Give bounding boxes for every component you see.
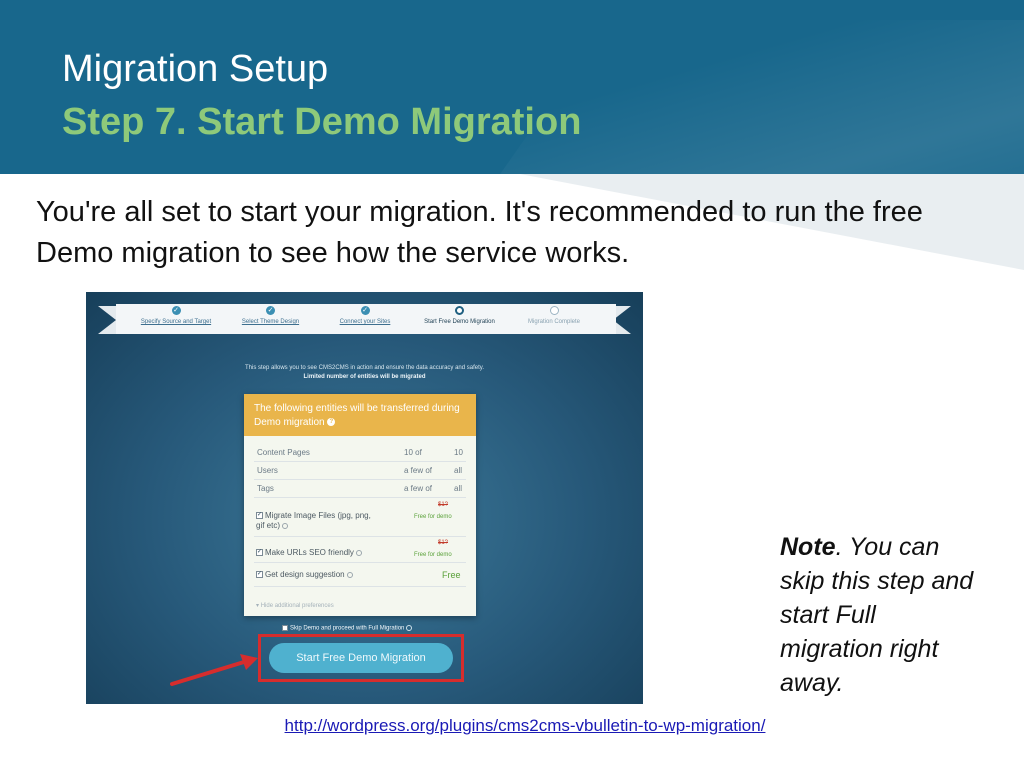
entity-demo-count: a few of (404, 484, 433, 493)
info-text: This step allows you to see CMS2CMS in a… (86, 364, 643, 382)
skip-demo-option[interactable]: Skip Demo and proceed with Full Migratio… (282, 625, 413, 632)
check-icon: ✓ (171, 306, 181, 315)
slide-header: Migration Setup Step 7. Start Demo Migra… (0, 0, 1024, 174)
info-line: This step allows you to see CMS2CMS in a… (244, 365, 484, 371)
option-label: Migrate Image Files (jpg, png, gif etc) (256, 511, 371, 530)
help-icon[interactable] (406, 625, 413, 631)
option-label: Make URLs SEO friendly (265, 548, 354, 557)
option-design-suggestion[interactable]: ✓ Get design suggestion (256, 570, 353, 580)
step-label: Connect your Sites (339, 319, 391, 325)
embedded-screenshot: ✓ Specify Source and Target ✓ Select The… (86, 292, 643, 704)
check-icon: ✓ (266, 306, 275, 315)
option-label: Get design suggestion (265, 570, 345, 579)
help-icon[interactable] (346, 571, 353, 578)
entity-demo-count: 10 of (404, 448, 422, 457)
step-label: Migration Complete (527, 319, 581, 325)
slide-subtitle: Step 7. Start Demo Migration (62, 101, 582, 143)
checkbox-checked-icon[interactable]: ✓ (256, 571, 263, 579)
step-label: Specify Source and Target (140, 319, 212, 325)
option-migrate-images[interactable]: ✓ Migrate Image Files (jpg, png, gif etc) (256, 511, 381, 531)
step-3[interactable]: ✓ Connect your Sites (319, 306, 411, 334)
current-step-icon (455, 306, 464, 315)
intro-text: You're all set to start your migration. … (36, 196, 923, 269)
help-icon[interactable] (282, 522, 289, 529)
pointer-arrow-icon (170, 654, 258, 686)
step-4: Start Free Demo Migration (414, 306, 506, 334)
entity-name: Tags (257, 484, 274, 493)
start-demo-button[interactable]: Start Free Demo Migration (269, 643, 453, 673)
divider (254, 536, 466, 537)
divider (254, 461, 466, 462)
option-price: Free for demo (414, 514, 452, 520)
option-price: Free for demo (414, 552, 452, 558)
help-icon[interactable]: ? (327, 418, 336, 427)
progress-steps: ✓ Specify Source and Target ✓ Select The… (130, 306, 600, 334)
old-price: $1? (438, 540, 449, 546)
option-seo-urls[interactable]: ✓ Make URLs SEO friendly (256, 548, 363, 558)
divider (254, 497, 466, 498)
pending-step-icon (549, 306, 559, 315)
hide-link-label: Hide additional preferences (260, 603, 334, 609)
entity-total: all (454, 484, 463, 493)
divider (254, 479, 466, 480)
old-price: $1? (438, 502, 449, 508)
check-icon: ✓ (360, 306, 370, 315)
slide-title: Migration Setup (62, 48, 329, 90)
card-title: The following entities will be transferr… (254, 403, 460, 428)
divider (254, 586, 466, 587)
option-price: Free (442, 570, 461, 580)
step-label: Select Theme Design (241, 319, 300, 325)
skip-label: Skip Demo and proceed with Full Migratio… (290, 625, 405, 632)
divider (254, 562, 466, 563)
entity-name: Content Pages (257, 448, 310, 457)
card-header: The following entities will be transferr… (244, 394, 476, 436)
header-decoration (439, 20, 1024, 174)
entity-name: Users (257, 466, 278, 475)
step-1[interactable]: ✓ Specify Source and Target (130, 306, 222, 334)
entities-card: The following entities will be transferr… (244, 394, 476, 616)
ribbon-tail-left (98, 306, 116, 334)
plugin-link[interactable]: http://wordpress.org/plugins/cms2cms-vbu… (0, 716, 1024, 736)
side-note: Note. You can skip this step and start F… (780, 530, 980, 700)
entity-demo-count: a few of (404, 466, 433, 475)
entity-total: all (454, 466, 463, 475)
step-label: Start Free Demo Migration (424, 319, 495, 325)
checkbox-checked-icon[interactable]: ✓ (256, 512, 263, 520)
checkbox-checked-icon[interactable]: ✓ (256, 549, 263, 557)
checkbox-icon[interactable] (282, 625, 288, 631)
step-2[interactable]: ✓ Select Theme Design (225, 306, 317, 334)
note-label: Note (780, 533, 836, 561)
hide-preferences-link[interactable]: ▾ Hide additional preferences (256, 602, 334, 609)
help-icon[interactable] (356, 549, 363, 556)
entity-total: 10 (454, 448, 463, 457)
step-5: Migration Complete (508, 306, 600, 334)
info-bold-line: Limited number of entities will be migra… (303, 374, 426, 380)
